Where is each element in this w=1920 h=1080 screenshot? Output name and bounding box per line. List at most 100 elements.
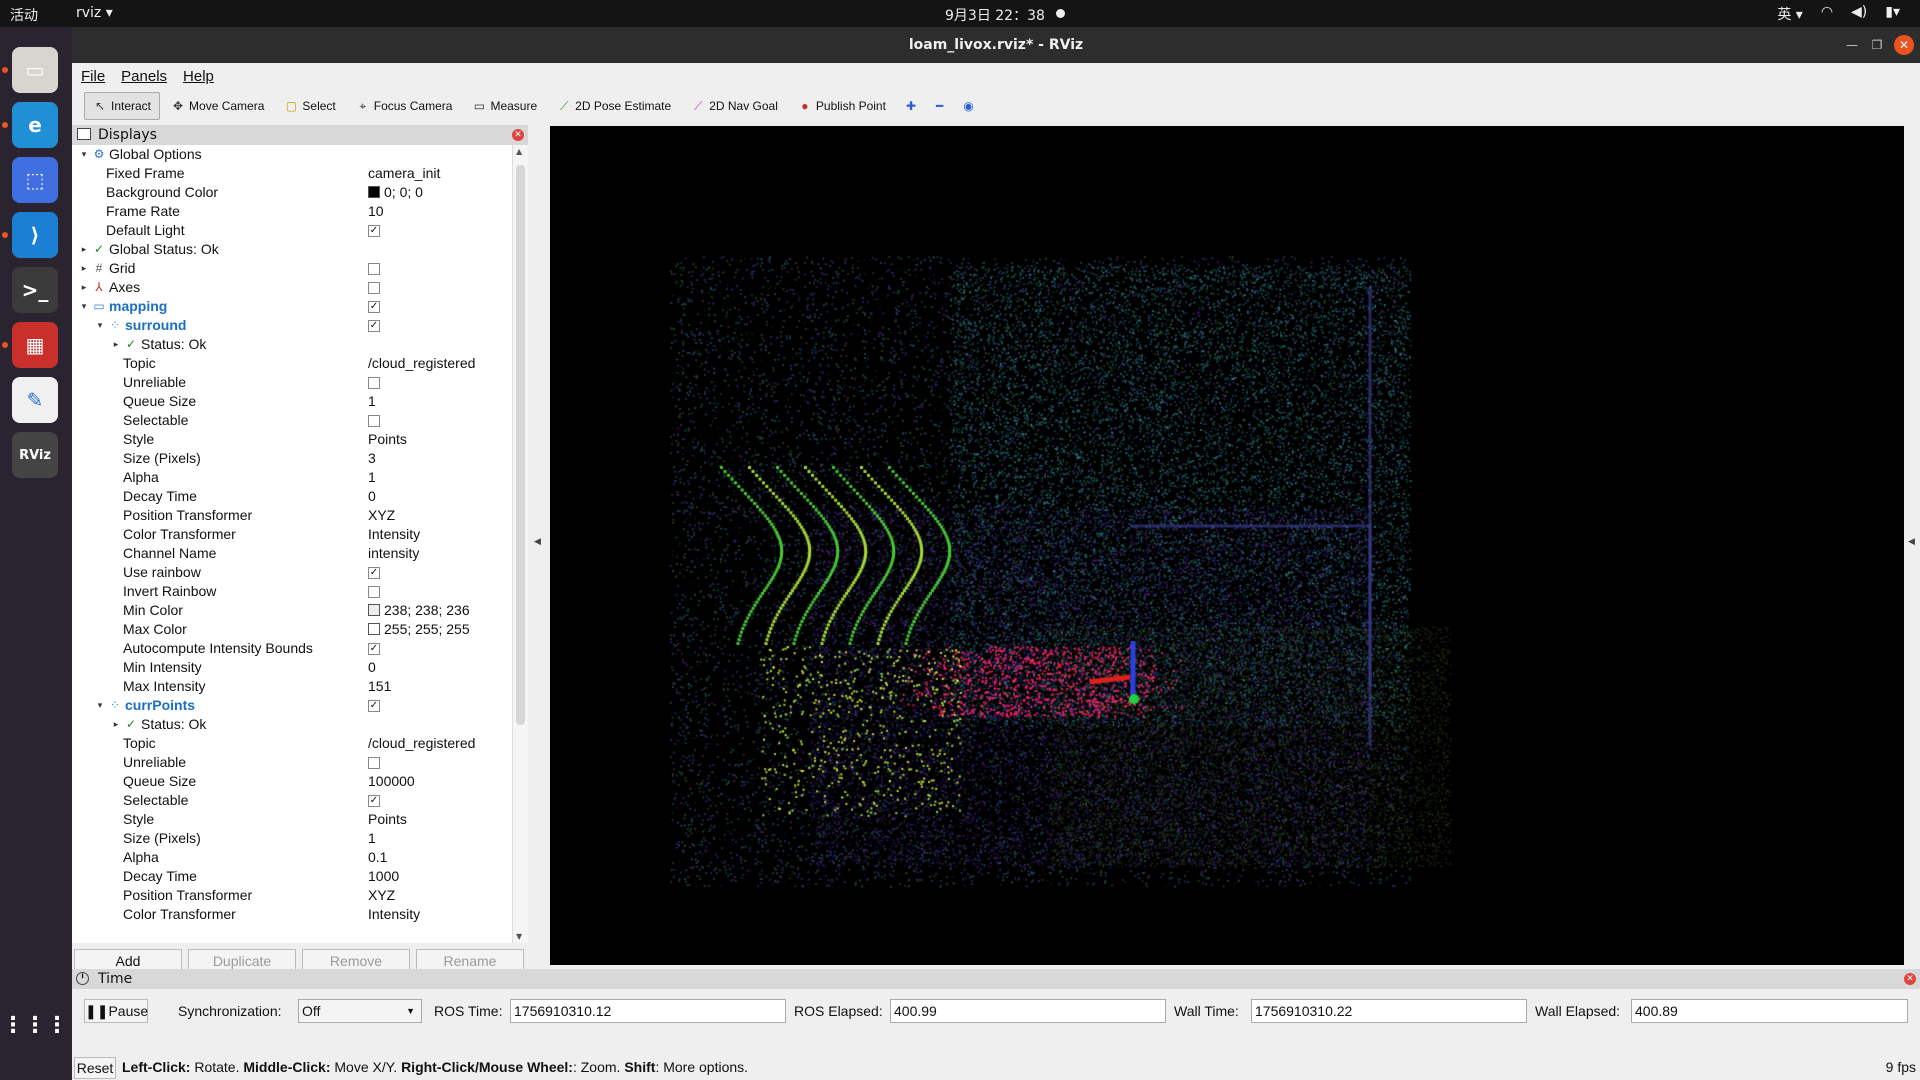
screenshot-icon[interactable]: ⬚ [12,157,58,203]
sync-select[interactable]: Off ▼ [298,999,422,1023]
tree-row[interactable]: Position Transformer XYZ [72,506,512,525]
tool-2d-nav-goal[interactable]: ⟋ 2D Nav Goal [682,92,787,120]
tree-row[interactable]: Alpha 0.1 [72,848,512,867]
property-value[interactable]: 1 [368,829,376,848]
property-checkbox[interactable] [368,415,380,427]
maximize-icon[interactable]: ❐ [1867,35,1887,55]
expand-arrow-icon[interactable]: ▾ [95,696,105,715]
tree-row[interactable]: ▸ ✓ Status: Ok [72,335,512,354]
property-value[interactable]: 3 [368,449,376,468]
tree-row[interactable]: Background Color 0; 0; 0 [72,183,512,202]
tree-row[interactable]: Channel Name intensity [72,544,512,563]
property-value[interactable]: XYZ [368,506,395,525]
property-value[interactable]: 0; 0; 0 [368,183,423,202]
tree-row[interactable]: Max Intensity 151 [72,677,512,696]
collapse-arrow-icon[interactable]: ▸ [79,240,89,259]
minimize-icon[interactable]: — [1842,35,1862,55]
tree-row[interactable]: Size (Pixels) 3 [72,449,512,468]
property-value[interactable]: Intensity [368,525,420,544]
expand-arrow-icon[interactable]: ▾ [79,145,89,164]
wall-elapsed-field[interactable]: 400.89 [1631,999,1908,1023]
property-value[interactable]: 1 [368,468,376,487]
add-tool-icon[interactable]: ✚ [897,92,925,120]
property-value[interactable]: 0 [368,487,376,506]
displays-scrollbar[interactable]: ▲ ▼ [512,145,528,943]
time-close-icon[interactable]: ✕ [1904,973,1916,985]
tree-row[interactable]: Default Light ✓ [72,221,512,240]
property-value[interactable]: 255; 255; 255 [368,620,470,639]
tree-row[interactable]: Invert Rainbow [72,582,512,601]
tree-row[interactable]: Autocompute Intensity Bounds ✓ [72,639,512,658]
tree-row[interactable]: Color Transformer Intensity [72,905,512,924]
property-checkbox[interactable] [368,586,380,598]
input-method[interactable]: 英 ▾ [1777,4,1802,24]
remove-tool-icon[interactable]: ━ [927,92,952,120]
tree-row[interactable]: Selectable ✓ [72,791,512,810]
workspace-icon[interactable]: ▦ [12,322,58,368]
property-checkbox[interactable] [368,757,380,769]
property-value[interactable]: Points [368,430,407,449]
property-value[interactable]: 1 [368,392,376,411]
ros-time-field[interactable]: 1756910310.12 [510,999,786,1023]
tree-row[interactable]: Decay Time 1000 [72,867,512,886]
point-cloud-canvas[interactable] [550,126,1904,965]
tree-row[interactable]: Unreliable [72,753,512,772]
tree-row[interactable]: Fixed Frame camera_init [72,164,512,183]
tree-row[interactable]: ▸ ⅄ Axes [72,278,512,297]
tree-row[interactable]: Max Color 255; 255; 255 [72,620,512,639]
tree-row[interactable]: Queue Size 100000 [72,772,512,791]
tree-row[interactable]: Unreliable [72,373,512,392]
collapse-left-icon[interactable]: ◀ [534,537,541,547]
property-value[interactable]: 151 [368,677,391,696]
property-value[interactable]: 238; 238; 236 [368,601,470,620]
text-editor-icon[interactable]: ✎ [12,377,58,423]
reset-button[interactable]: Reset [74,1057,116,1079]
property-checkbox[interactable] [368,263,380,275]
tree-row[interactable]: Queue Size 1 [72,392,512,411]
displays-close-icon[interactable]: ✕ [512,129,524,141]
tree-row[interactable]: ▸ ✓ Status: Ok [72,715,512,734]
close-icon[interactable]: ✕ [1894,35,1914,55]
tree-row[interactable]: Selectable [72,411,512,430]
collapse-arrow-icon[interactable]: ▸ [111,715,121,734]
tool-publish-point[interactable]: ● Publish Point [789,92,895,120]
property-value[interactable]: camera_init [368,164,440,183]
property-value[interactable]: XYZ [368,886,395,905]
tree-row[interactable]: ▸ # Grid [72,259,512,278]
app-menu[interactable]: rviz ▾ [76,5,113,21]
tree-row[interactable]: Size (Pixels) 1 [72,829,512,848]
tree-row[interactable]: Style Points [72,430,512,449]
tool-move-camera[interactable]: ✥ Move Camera [162,92,273,120]
menu-file[interactable]: File [81,68,105,85]
view-options-icon[interactable]: ◉ [954,92,982,120]
tree-row[interactable]: Position Transformer XYZ [72,886,512,905]
tree-row[interactable]: Color Transformer Intensity [72,525,512,544]
tree-row[interactable]: ▾ ⚙ Global Options [72,145,512,164]
tree-row[interactable]: ▾ ⁘ surround ✓ [72,316,512,335]
files-icon[interactable]: ▭ [12,47,58,93]
battery-icon[interactable]: ▮▾ [1885,4,1900,24]
property-checkbox[interactable]: ✓ [368,643,380,655]
tree-row[interactable]: Alpha 1 [72,468,512,487]
property-checkbox[interactable]: ✓ [368,795,380,807]
property-value[interactable]: 100000 [368,772,415,791]
expand-arrow-icon[interactable]: ▾ [79,297,89,316]
property-value[interactable]: 0 [368,658,376,677]
tool-select[interactable]: ▢ Select [275,92,344,120]
property-checkbox[interactable]: ✓ [368,700,380,712]
tree-row[interactable]: ▾ ▭ mapping ✓ [72,297,512,316]
property-value[interactable]: Points [368,810,407,829]
volume-icon[interactable]: ◀) [1851,4,1867,24]
rviz-icon[interactable]: RViz [12,432,58,478]
scroll-down-icon[interactable]: ▼ [516,932,522,941]
menu-help[interactable]: Help [183,68,214,85]
property-checkbox[interactable]: ✓ [368,301,380,313]
scroll-up-icon[interactable]: ▲ [516,147,522,156]
activities-button[interactable]: 活动 [10,5,38,25]
property-value[interactable]: intensity [368,544,419,563]
vscode-icon[interactable]: ⟩ [12,212,58,258]
tree-row[interactable]: ▾ ⁘ currPoints ✓ [72,696,512,715]
property-value[interactable]: 1000 [368,867,399,886]
expand-arrow-icon[interactable]: ▾ [95,316,105,335]
tree-row[interactable]: Style Points [72,810,512,829]
